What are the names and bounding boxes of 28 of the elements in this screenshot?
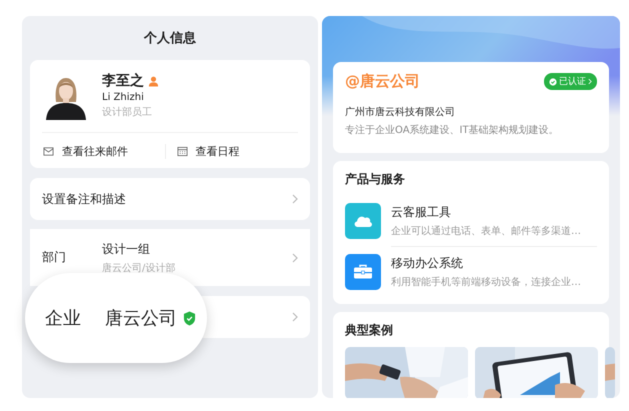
remark-row[interactable]: 设置备注和描述 xyxy=(30,178,310,220)
department-name: 设计一组 xyxy=(102,240,151,258)
product-name: 移动办公系统 xyxy=(391,255,464,272)
company-description: 专注于企业OA系统建设、IT基础架构规划建设。 xyxy=(345,124,560,137)
calendar-icon xyxy=(176,146,188,156)
person-name: 李至之 xyxy=(102,72,144,90)
product-description: 利用智能手机等前端移动设备，连接企业… xyxy=(391,276,581,289)
action-link[interactable]: 查看日程 xyxy=(196,144,240,158)
section-title: 典型案例 xyxy=(345,322,394,339)
chevron-icon xyxy=(292,312,298,322)
company-name: 唐云公司 xyxy=(105,307,177,330)
row-label: 企业 xyxy=(45,307,82,330)
chevron-icon xyxy=(292,252,298,262)
department-path: 唐云公司/设计部 xyxy=(102,262,176,274)
panel-title: 个人信息 xyxy=(143,30,197,48)
row-label: 部门 xyxy=(42,249,67,266)
company-full-name: 广州市唐云科技有限公司 xyxy=(345,106,456,119)
action-link[interactable]: 查看往来邮件 xyxy=(62,144,128,158)
chevron-icon xyxy=(292,194,298,204)
job-title: 设计部员工 xyxy=(102,106,153,119)
verified-shield-icon xyxy=(549,78,557,86)
section-title: 产品与服务 xyxy=(345,171,406,188)
product-name: 云客服工具 xyxy=(391,204,452,221)
company-name: @唐云公司 xyxy=(345,72,420,91)
mail-icon xyxy=(43,146,54,156)
chevron-icon xyxy=(588,78,592,85)
person-name-english: Li Zhizhi xyxy=(102,92,145,103)
product-description: 企业可以通过电话、表单、邮件等多渠道… xyxy=(391,224,581,238)
